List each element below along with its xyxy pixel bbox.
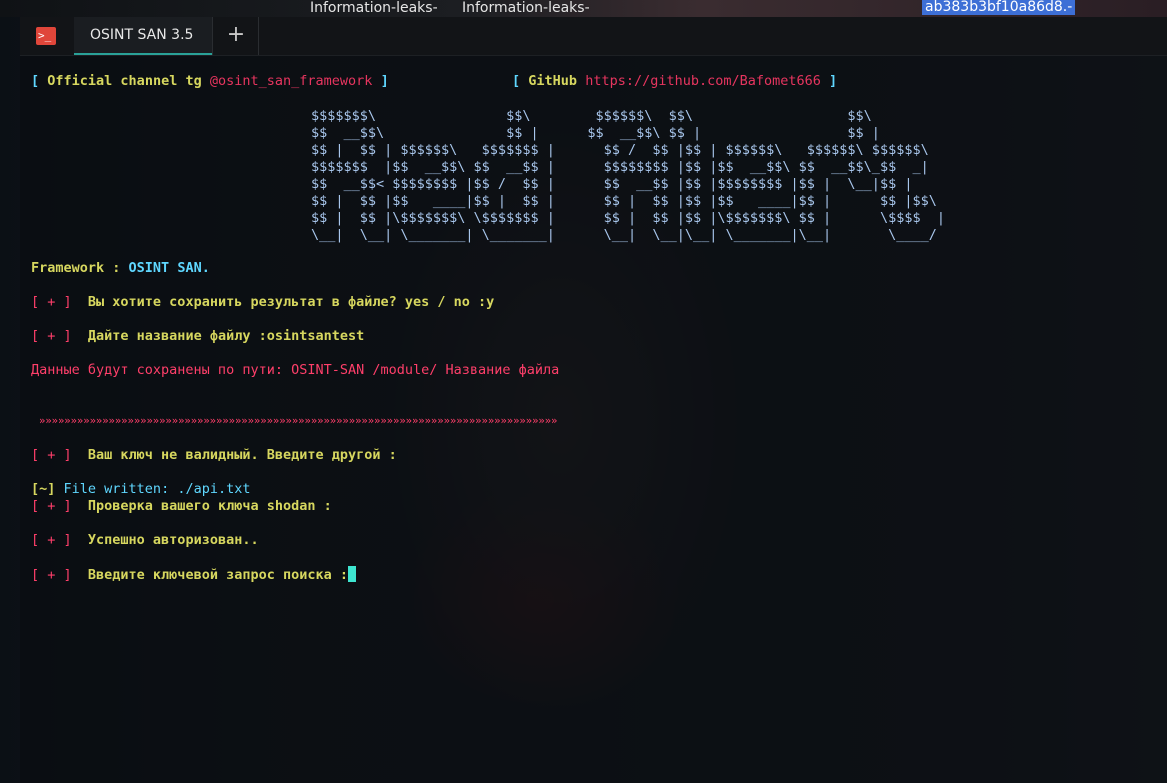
ascii-banner-line: $$ __$$< $$$$$$$$ |$$ / $$ | $$ __$$ |$$…: [311, 176, 913, 192]
terminal-window: >_ OSINT SAN 3.5 + [ Official channel tg…: [20, 17, 1167, 783]
prompt-text: Дайте название файлу :osintsantest: [87, 328, 365, 344]
prompt-text: Ваш ключ не валидный. Введите другой :: [87, 447, 397, 463]
desktop-file-label[interactable]: Information-leaks-: [462, 0, 590, 17]
save-path-note: Данные будут сохранены по пути: OSINT-SA…: [31, 362, 560, 378]
ascii-banner: $$$$$$$\ $$\ $$$$$$\ $$\ $$\ $$ __$$\ $$…: [311, 108, 945, 244]
prompt-marker: [ + ]: [31, 498, 72, 514]
framework-line: Framework : OSINT SAN.: [31, 260, 210, 277]
ascii-banner-line: $$ __$$\ $$ | $$ __$$\ $$ | $$ |: [311, 125, 880, 141]
prompt-text: Успешно авторизован..: [87, 532, 259, 548]
file-written-text: File written: ./api.txt: [63, 481, 251, 497]
prompt-marker: [ + ]: [31, 567, 72, 583]
desktop-file-label[interactable]: Information-leaks-: [310, 0, 438, 17]
desktop-file-label-selected[interactable]: ab383b3bf10a86d8.-: [922, 0, 1076, 15]
channel-handle: @osint_san_framework: [209, 73, 373, 89]
file-written-marker: [~]: [31, 481, 56, 497]
github-line: [ GitHub https://github.com/Bafomet666 ]: [512, 73, 837, 90]
prompt-marker: [ + ]: [31, 447, 72, 463]
prompt-filename: [ + ] Дайте название файлу :osintsantest: [31, 328, 364, 345]
desktop-strip: Information-leaks- Information-leaks- ab…: [0, 0, 1167, 17]
prompt-marker: [ + ]: [31, 294, 72, 310]
channel-label: Official channel tg: [47, 73, 202, 89]
prompt-auth-ok: [ + ] Успешно авторизован..: [31, 532, 259, 549]
separator-line: »»»»»»»»»»»»»»»»»»»»»»»»»»»»»»»»»»»»»»»»…: [39, 415, 558, 427]
ascii-banner-line: $$ | $$ |\$$$$$$$\ \$$$$$$$ | $$ | $$ |$…: [311, 210, 945, 226]
github-label: GitHub: [528, 73, 578, 89]
prompt-text: Проверка вашего ключа shodan :: [87, 498, 332, 514]
prompt-marker: [ + ]: [31, 328, 72, 344]
prompt-save: [ + ] Вы хотите сохранить результат в фа…: [31, 294, 494, 311]
ascii-banner-line: \__| \__| \_______| \_______| \__| \__|\…: [311, 227, 937, 243]
prompt-key-check: [ + ] Проверка вашего ключа shodan :: [31, 498, 332, 515]
ascii-banner-line: $$$$$$$ |$$ __$$\ $$ __$$ | $$$$$$$$ |$$…: [311, 159, 929, 175]
ascii-banner-line: $$ | $$ | $$$$$$\ $$$$$$$ | $$ / $$ |$$ …: [311, 142, 929, 158]
github-url: https://github.com/Bafomet666: [585, 73, 821, 89]
prompt-text: Вы хотите сохранить результат в файле? y…: [87, 294, 495, 310]
bracket-open: [: [31, 73, 40, 89]
text-cursor[interactable]: [348, 566, 356, 582]
framework-name: OSINT SAN.: [128, 260, 210, 276]
framework-label: Framework :: [31, 260, 121, 276]
bracket-open: [: [512, 73, 521, 89]
prompt-search: [ + ] Введите ключевой запрос поиска :: [31, 566, 356, 583]
prompt-marker: [ + ]: [31, 532, 72, 548]
terminal-output[interactable]: [ Official channel tg @osint_san_framewo…: [31, 17, 1151, 783]
ascii-banner-line: $$$$$$$\ $$\ $$$$$$\ $$\ $$\: [311, 108, 872, 124]
ascii-banner-line: $$ | $$ |$$ ____|$$ | $$ | $$ | $$ |$$ |…: [311, 193, 937, 209]
desktop: Information-leaks- Information-leaks- ab…: [0, 0, 1167, 783]
file-written-line: [~] File written: ./api.txt: [31, 481, 250, 498]
header-line: [ Official channel tg @osint_san_framewo…: [31, 73, 389, 90]
prompt-text: Введите ключевой запрос поиска :: [87, 567, 348, 583]
bracket-close: ]: [829, 73, 838, 89]
bracket-close: ]: [380, 73, 389, 89]
prompt-key-invalid: [ + ] Ваш ключ не валидный. Введите друг…: [31, 447, 397, 464]
